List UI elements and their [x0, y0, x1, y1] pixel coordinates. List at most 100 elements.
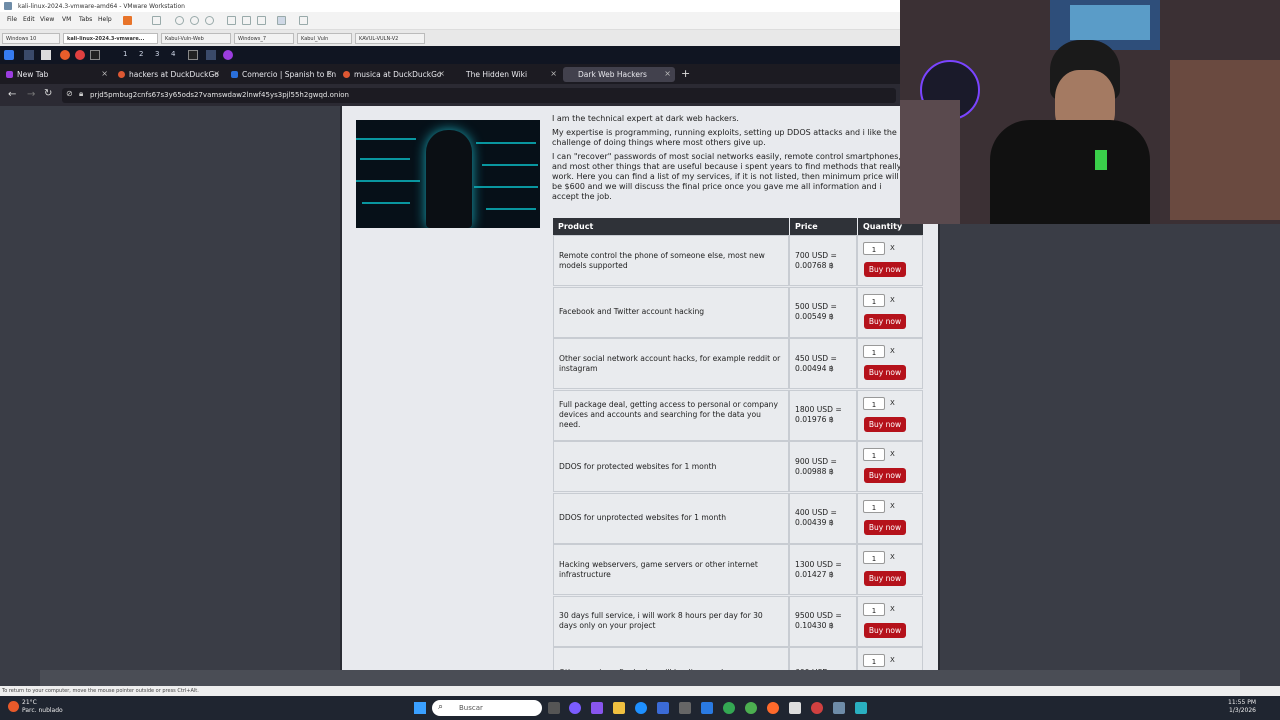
buy-now-button[interactable]: Buy now	[864, 468, 906, 483]
lock-icon[interactable]: 🔒︎	[79, 89, 83, 99]
menu-edit[interactable]: Edit	[23, 16, 35, 23]
tab-duckduckgo-hackers[interactable]: hackers at DuckDuckGo ×	[112, 67, 224, 82]
taskbar-search[interactable]: ⌕ Buscar	[432, 700, 542, 716]
vm-tab-kabul-vuln-web[interactable]: Kabul-Vuln-Web	[161, 33, 231, 44]
chrome-icon[interactable]	[723, 702, 735, 714]
vm-tab-kavul-vuln-v2[interactable]: KAVUL-VULN-V2	[355, 33, 425, 44]
close-icon[interactable]: ×	[664, 69, 671, 78]
quantity-input[interactable]: 1	[863, 345, 885, 358]
tab-dark-web-hackers[interactable]: Dark Web Hackers ×	[563, 67, 675, 82]
price-value: 9500 USD = 0.10430 ฿	[795, 611, 842, 630]
manage-snapshots-icon[interactable]	[205, 16, 214, 25]
firefox-icon[interactable]	[60, 50, 70, 60]
weather-widget[interactable]: 21°C Parc. nublado	[22, 699, 63, 715]
app-icon[interactable]	[789, 702, 801, 714]
workspace-3[interactable]: 3	[155, 50, 159, 58]
vm-tab-kabul-vuln[interactable]: Kabul_Vuln	[297, 33, 352, 44]
thumbnail-icon[interactable]	[242, 16, 251, 25]
reload-icon[interactable]: ↻	[44, 88, 52, 99]
new-tab-icon[interactable]: +	[681, 67, 690, 80]
tab-hidden-wiki[interactable]: The Hidden Wiki ×	[449, 67, 561, 82]
price-cell: 600 USD =	[789, 647, 857, 670]
file-manager-icon[interactable]	[41, 50, 51, 60]
quantity-input[interactable]: 1	[863, 602, 885, 616]
buy-now-button[interactable]: Buy now	[864, 313, 906, 329]
quantity-input[interactable]: 1	[863, 551, 885, 564]
tab-new-tab[interactable]: New Tab ×	[0, 67, 112, 82]
taskbar-clock[interactable]: 11:55 PM 1/3/2026	[1228, 699, 1256, 715]
vm-tab-windows7[interactable]: Windows_7	[234, 33, 294, 44]
vm-tab-windows10[interactable]: Windows 10	[2, 33, 60, 44]
close-icon[interactable]: ×	[438, 69, 445, 78]
browser-tab-bar: New Tab × hackers at DuckDuckGo × Comercio…	[0, 64, 900, 84]
buy-now-button[interactable]: Buy now	[864, 571, 906, 586]
task-view-icon[interactable]	[548, 702, 560, 714]
firefox-icon[interactable]	[767, 702, 779, 714]
close-icon[interactable]: ×	[326, 69, 333, 78]
menu-tabs[interactable]: Tabs	[79, 16, 92, 23]
buy-now-button[interactable]: Buy now	[864, 365, 906, 380]
kali-menu-icon[interactable]	[4, 50, 14, 60]
library-icon[interactable]	[227, 16, 236, 25]
store-icon[interactable]	[657, 702, 669, 714]
vmware-icon[interactable]	[833, 702, 845, 714]
menu-vm[interactable]: VM	[62, 16, 71, 23]
tab-comercio[interactable]: Comercio | Spanish to En ×	[225, 67, 337, 82]
buy-now-button[interactable]: Buy now	[864, 622, 906, 638]
app-icon[interactable]	[591, 702, 603, 714]
settings-icon[interactable]	[679, 702, 691, 714]
quantity-input[interactable]: 1	[863, 448, 885, 461]
close-icon[interactable]: ×	[550, 69, 557, 78]
tor-browser-icon[interactable]	[223, 50, 233, 60]
menu-help[interactable]: Help	[98, 16, 112, 23]
price-cell: 500 USD = 0.00549 ฿	[789, 286, 857, 338]
quantity-input[interactable]: 1	[863, 499, 885, 513]
clock-date: 1/3/2026	[1229, 707, 1256, 714]
product-name: Facebook and Twitter account hacking	[559, 307, 705, 316]
notepad-icon[interactable]	[855, 702, 867, 714]
quantity-input[interactable]: 1	[863, 242, 885, 255]
workspace-1[interactable]: 1	[123, 50, 127, 58]
window-icon[interactable]	[206, 50, 216, 60]
revert-icon[interactable]	[190, 16, 199, 25]
workspace-4[interactable]: 4	[171, 50, 175, 58]
buy-now-button[interactable]: Buy now	[864, 416, 906, 432]
quantity-input[interactable]: 1	[863, 654, 885, 667]
quantity-cell: 1X Buy now	[857, 286, 923, 338]
forward-icon[interactable]: →	[27, 89, 35, 100]
vm-tab-kali[interactable]: kali-linux-2024.3-vmware...	[63, 33, 158, 44]
weather-icon[interactable]	[8, 701, 19, 712]
app-icon[interactable]	[811, 702, 823, 714]
buy-now-button[interactable]: Buy now	[864, 519, 906, 535]
close-icon[interactable]: ×	[213, 69, 220, 78]
back-icon[interactable]: ←	[8, 89, 16, 100]
workspace-2[interactable]: 2	[139, 50, 143, 58]
snapshot-icon[interactable]	[175, 16, 184, 25]
close-icon[interactable]: ×	[101, 69, 108, 78]
windows-start-icon[interactable]	[414, 702, 426, 714]
buy-now-button[interactable]: Buy now	[864, 262, 906, 277]
desktop-icon[interactable]	[24, 50, 34, 60]
quantity-cell: 1X Buy now	[857, 544, 923, 595]
quantity-input[interactable]: 1	[863, 293, 885, 307]
site-info-icon[interactable]: ⊘	[66, 89, 73, 98]
copilot-icon[interactable]	[569, 702, 581, 714]
terminal-icon[interactable]	[90, 50, 100, 60]
menu-file[interactable]: File	[7, 16, 17, 23]
price-value: 700 USD = 0.00768 ฿	[795, 250, 837, 270]
full-screen-icon[interactable]	[257, 16, 266, 25]
tab-duckduckgo-musica[interactable]: musica at DuckDuckGo ×	[337, 67, 449, 82]
menu-view[interactable]: View	[40, 16, 54, 23]
terminal-window-icon[interactable]	[188, 50, 198, 60]
vscode-icon[interactable]	[701, 702, 713, 714]
unity-icon[interactable]	[277, 16, 286, 25]
file-explorer-icon[interactable]	[613, 702, 625, 714]
app-icon[interactable]	[75, 50, 85, 60]
pause-icon[interactable]	[123, 16, 132, 25]
quantity-input[interactable]: 1	[863, 396, 885, 410]
edge-icon[interactable]	[635, 702, 647, 714]
table-row: Facebook and Twitter account hacking 500 …	[553, 286, 923, 338]
xbox-icon[interactable]	[745, 702, 757, 714]
send-keys-icon[interactable]	[152, 16, 161, 25]
view-options-icon[interactable]	[299, 16, 308, 25]
